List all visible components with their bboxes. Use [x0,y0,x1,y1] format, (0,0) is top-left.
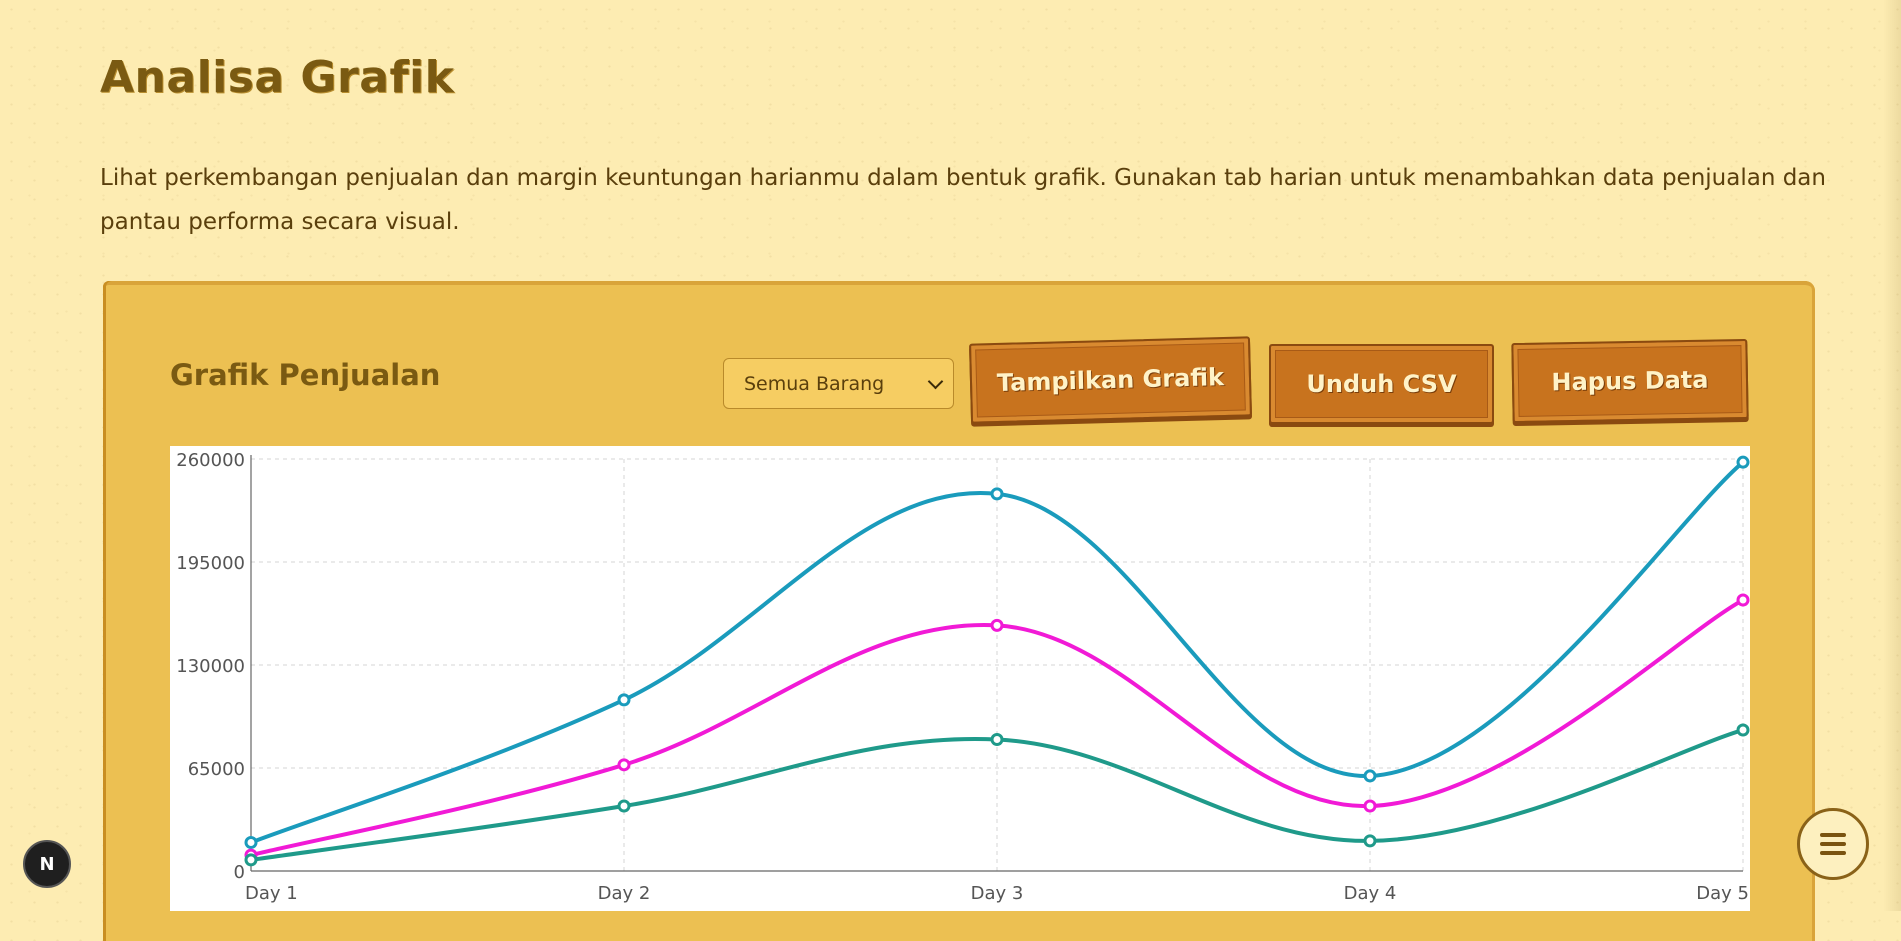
y-tick-label: 195000 [176,553,245,574]
series-point-2 [1736,723,1750,737]
series-point-2 [990,732,1004,746]
y-tick-label: 65000 [188,759,245,780]
show-chart-button[interactable]: Tampilkan Grafik [969,336,1252,424]
x-tick-label: Day 4 [1344,883,1397,904]
item-filter-value: Semua Barang [744,372,885,395]
download-csv-button[interactable]: Unduh CSV [1269,344,1494,424]
dev-badge[interactable]: N [23,840,71,888]
clear-data-button[interactable]: Hapus Data [1511,338,1749,424]
page-title: Analisa Grafik [100,52,455,103]
series-point-0 [990,487,1004,501]
series-point-0 [1363,769,1377,783]
y-tick-label: 260000 [176,450,245,471]
series-point-2 [1363,834,1377,848]
series-point-1 [990,618,1004,632]
series-point-0 [617,693,631,707]
item-filter-select[interactable]: Semua Barang [723,358,954,409]
menu-button[interactable] [1797,808,1869,880]
series-point-2 [617,799,631,813]
sales-chart: 0 65000 130000 195000 260000 Day 1 Day 2 Day 3 D… [170,446,1750,911]
x-tick-label: Day 5 [1696,883,1749,904]
y-tick-label: 0 [234,862,245,883]
chart-panel-title: Grafik Penjualan [170,358,441,392]
series-point-2 [244,853,258,867]
x-tick-label: Day 3 [971,883,1024,904]
series-point-0 [244,835,258,849]
edge-shadow [1883,0,1901,911]
series-point-1 [617,758,631,772]
series-point-1 [1363,799,1377,813]
x-tick-label: Day 2 [598,883,651,904]
intro-text: Lihat perkembangan penjualan dan margin … [100,165,1826,235]
x-tick-label: Day 1 [245,883,298,904]
hamburger-icon [1820,833,1846,837]
series-point-1 [1736,593,1750,607]
sales-chart-svg: 0 65000 130000 195000 260000 Day 1 Day 2 Day 3 D… [176,450,1750,904]
chevron-down-icon [927,373,944,389]
y-tick-label: 130000 [176,656,245,677]
series-point-0 [1736,455,1750,469]
